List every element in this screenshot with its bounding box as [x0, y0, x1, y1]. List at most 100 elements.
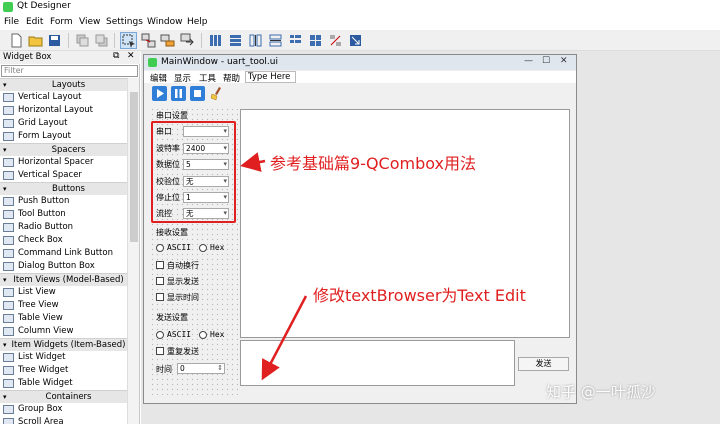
- lay-out-horizontally-icon[interactable]: [208, 33, 223, 48]
- menu-file[interactable]: File: [4, 17, 19, 27]
- form-window[interactable]: MainWindow - uart_tool.ui — ☐ ✕ 编辑 显示 工具…: [143, 54, 577, 404]
- widget-item-label: Column View: [18, 326, 74, 336]
- scrollbar-thumb[interactable]: [130, 92, 138, 242]
- category-header[interactable]: ▾ Layouts: [0, 78, 137, 91]
- send-to-back-icon[interactable]: [75, 33, 90, 48]
- widget-item[interactable]: Group Box: [0, 403, 137, 416]
- widget-item[interactable]: Vertical Spacer: [0, 169, 137, 182]
- qt-designer-app-icon: [3, 2, 13, 12]
- widget-item[interactable]: Form Layout: [0, 130, 137, 143]
- widget-item[interactable]: Grid Layout: [0, 117, 137, 130]
- lay-out-in-grid-icon[interactable]: [308, 33, 323, 48]
- category-label: Layouts: [51, 80, 86, 90]
- close-icon[interactable]: ✕: [127, 51, 135, 61]
- widget-item[interactable]: Tree Widget: [0, 364, 137, 377]
- widget-item[interactable]: Table View: [0, 312, 137, 325]
- break-layout-icon[interactable]: [328, 33, 343, 48]
- edit-widgets-icon[interactable]: [120, 32, 137, 49]
- widget-item-label: Command Link Button: [18, 248, 113, 258]
- widget-item[interactable]: Horizontal Spacer: [0, 156, 137, 169]
- send-hex-radio[interactable]: [199, 331, 207, 339]
- widget-item[interactable]: Horizontal Layout: [0, 104, 137, 117]
- widget-item-label: Grid Layout: [18, 118, 68, 128]
- category-label: Item Widgets (Item-Based): [11, 340, 126, 350]
- spin-arrows-icon: ⇕: [217, 364, 223, 372]
- widget-item-label: Horizontal Spacer: [18, 157, 94, 167]
- save-icon[interactable]: [47, 33, 62, 48]
- lay-out-horizontal-splitter-icon[interactable]: [248, 33, 263, 48]
- tool-button-icon: [3, 210, 14, 219]
- maximize-icon[interactable]: ☐: [542, 56, 550, 66]
- vertical-spacer-icon: [3, 171, 14, 180]
- widget-item[interactable]: Tool Button: [0, 208, 137, 221]
- repeat-send-checkbox[interactable]: [156, 347, 164, 355]
- new-file-icon[interactable]: [9, 33, 24, 48]
- stop-icon[interactable]: [190, 86, 205, 101]
- lay-out-in-form-icon[interactable]: [288, 33, 303, 48]
- show-time-checkbox[interactable]: [156, 293, 164, 301]
- form-toolbar: [144, 83, 576, 105]
- menu-bar: File Edit Form View Settings Window Help: [0, 15, 720, 30]
- widget-item[interactable]: Check Box: [0, 234, 137, 247]
- edit-signals-slots-icon[interactable]: [141, 33, 156, 48]
- recv-hex-radio[interactable]: [199, 244, 207, 252]
- lay-out-vertical-splitter-icon[interactable]: [268, 33, 283, 48]
- scroll-area-icon: [3, 418, 14, 424]
- show-time-label: 显示时间: [167, 293, 199, 302]
- menu-edit[interactable]: Edit: [26, 17, 43, 27]
- interval-spinbox[interactable]: 0 ⇕: [177, 363, 225, 374]
- widget-item[interactable]: Dialog Button Box: [0, 260, 137, 273]
- widget-item[interactable]: Scroll Area: [0, 416, 137, 424]
- widget-item[interactable]: List View: [0, 286, 137, 299]
- widget-item[interactable]: Tree View: [0, 299, 137, 312]
- edit-tab-order-icon[interactable]: [180, 33, 195, 48]
- lay-out-vertically-icon[interactable]: [228, 33, 243, 48]
- bring-to-front-icon[interactable]: [94, 33, 109, 48]
- menu-settings[interactable]: Settings: [106, 17, 143, 27]
- category-header[interactable]: ▾ Containers: [0, 390, 137, 403]
- widget-item-label: Push Button: [18, 196, 70, 206]
- auto-wrap-checkbox[interactable]: [156, 261, 164, 269]
- type-here-menu-placeholder[interactable]: Type Here: [245, 71, 296, 83]
- show-send-checkbox[interactable]: [156, 277, 164, 285]
- send-button[interactable]: 发送: [518, 357, 569, 371]
- start-icon[interactable]: [152, 86, 167, 101]
- menu-view[interactable]: View: [79, 17, 100, 27]
- widget-item[interactable]: List Widget: [0, 351, 137, 364]
- category-header[interactable]: ▾ Buttons: [0, 182, 137, 195]
- send-ascii-radio[interactable]: [156, 331, 164, 339]
- widget-item-label: Form Layout: [18, 131, 72, 141]
- widget-item[interactable]: Table Widget: [0, 377, 137, 390]
- send-ascii-label: ASCII: [167, 330, 192, 339]
- grid-layout-icon: [3, 119, 14, 128]
- send-text-edit[interactable]: [240, 340, 515, 386]
- category-header[interactable]: ▾ Item Widgets (Item-Based): [0, 338, 137, 351]
- minimize-icon[interactable]: —: [524, 56, 533, 66]
- adjust-size-icon[interactable]: [348, 33, 363, 48]
- widget-item[interactable]: Push Button: [0, 195, 137, 208]
- widget-item[interactable]: Vertical Layout: [0, 91, 137, 104]
- edit-buddies-icon[interactable]: [160, 33, 175, 48]
- category-header[interactable]: ▾ Item Views (Model-Based): [0, 273, 137, 286]
- widget-item-label: Scroll Area: [18, 417, 64, 424]
- broom-clear-icon[interactable]: [209, 86, 224, 101]
- float-panel-icon[interactable]: ⧉: [113, 51, 119, 61]
- recv-ascii-label: ASCII: [167, 243, 192, 252]
- open-folder-icon[interactable]: [28, 33, 43, 48]
- widget-box-scrollbar[interactable]: [127, 78, 139, 424]
- recv-ascii-radio[interactable]: [156, 244, 164, 252]
- combobox-highlight-box: [151, 121, 236, 223]
- widget-item[interactable]: Radio Button: [0, 221, 137, 234]
- pause-icon[interactable]: [171, 86, 186, 101]
- menu-help[interactable]: Help: [187, 17, 208, 27]
- close-icon[interactable]: ✕: [560, 56, 568, 66]
- widget-box-title: Widget Box: [3, 52, 52, 62]
- widget-item-label: Tool Button: [18, 209, 66, 219]
- widget-item[interactable]: Command Link Button: [0, 247, 137, 260]
- widget-item[interactable]: Column View: [0, 325, 137, 338]
- category-header[interactable]: ▾ Spacers: [0, 143, 137, 156]
- menu-form[interactable]: Form: [50, 17, 73, 27]
- widget-filter-input[interactable]: Filter: [1, 65, 138, 77]
- tree-widget-icon: [3, 366, 14, 375]
- menu-window[interactable]: Window: [147, 17, 183, 27]
